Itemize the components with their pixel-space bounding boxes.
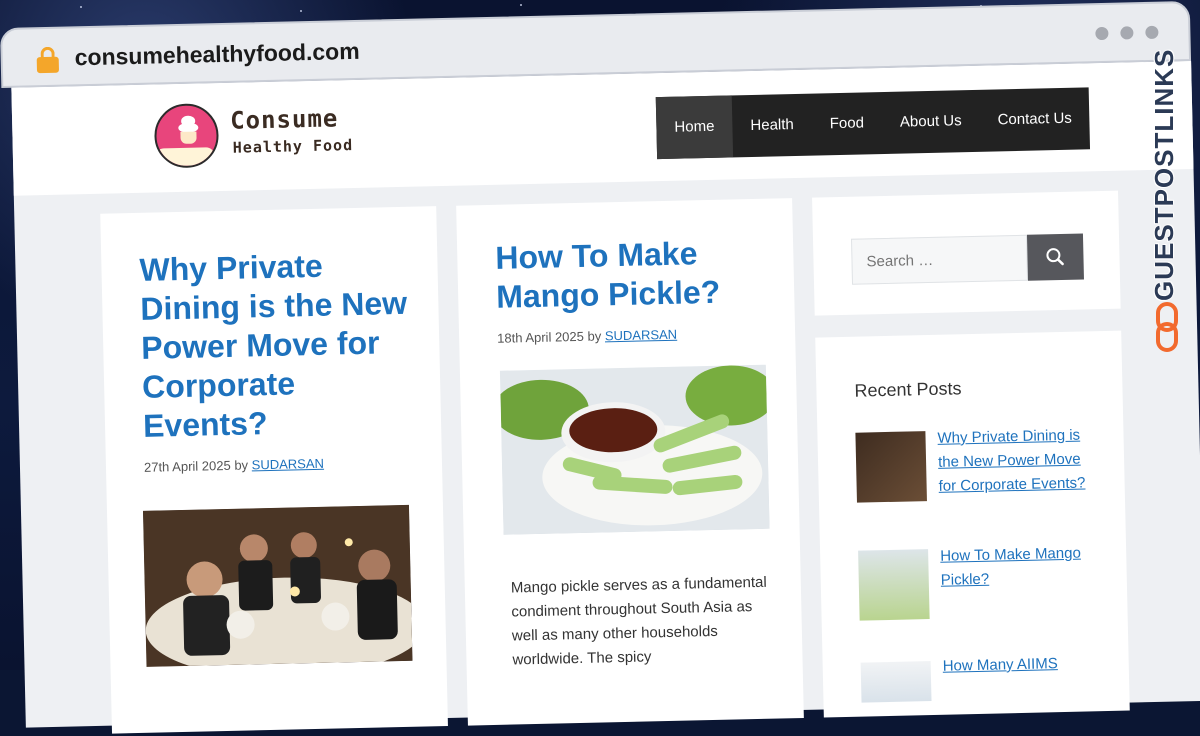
post-card: How To Make Mango Pickle? 18th April 202…: [456, 198, 804, 726]
post-date: 27th April 2025: [143, 457, 231, 475]
window-dot-icon[interactable]: [1120, 26, 1134, 40]
recent-posts-widget: Recent Posts Why Private Dining is the N…: [815, 330, 1130, 718]
recent-post-item: How Many AIIMS: [860, 651, 1110, 703]
recent-post-item: Why Private Dining is the New Power Move…: [855, 423, 1105, 503]
recent-post-thumbnail[interactable]: [858, 549, 930, 621]
nav-food[interactable]: Food: [811, 92, 883, 156]
search-button[interactable]: [1026, 233, 1084, 281]
nav-about-us[interactable]: About Us: [881, 90, 980, 154]
post-excerpt: Mango pickle serves as a fundamental con…: [510, 573, 767, 669]
post-by: by: [587, 328, 602, 344]
guestpostlinks-watermark: GUESTPOSTLINKS: [1146, 48, 1190, 356]
recent-post-link[interactable]: How Many AIIMS: [942, 651, 1103, 679]
window-dot-icon[interactable]: [1095, 26, 1109, 41]
main-nav: Home Health Food About Us Contact Us: [655, 87, 1091, 160]
browser-window: consumehealthyfood.com Consume Healthy F…: [0, 1, 1200, 734]
search-widget: [812, 190, 1121, 316]
search-icon: [1046, 248, 1064, 266]
lock-icon: [36, 46, 60, 74]
window-controls: [1095, 25, 1159, 41]
link-icon: [1156, 302, 1178, 352]
recent-post-link[interactable]: Why Private Dining is the New Power Move…: [937, 423, 1099, 499]
post-meta: 27th April 2025 by SUDARSAN: [144, 454, 414, 475]
logo-icon[interactable]: [153, 103, 220, 169]
post-author-link[interactable]: SUDARSAN: [252, 456, 325, 473]
post-by: by: [234, 457, 249, 473]
search-input[interactable]: [851, 234, 1028, 285]
nav-contact-us[interactable]: Contact Us: [979, 87, 1091, 151]
nav-home[interactable]: Home: [655, 95, 734, 160]
watermark-text: GUESTPOSTLINKS: [1149, 48, 1179, 301]
widget-title: Recent Posts: [854, 378, 962, 401]
post-author-link[interactable]: SUDARSAN: [605, 327, 678, 344]
logo-title[interactable]: Consume: [230, 104, 339, 134]
post-image-mango-pickle[interactable]: [499, 364, 770, 535]
post-title[interactable]: Why Private Dining is the New Power Move…: [139, 245, 413, 446]
web-page: Consume Healthy Food Home Health Food Ab…: [11, 60, 1200, 734]
recent-post-item: How To Make Mango Pickle?: [858, 541, 1108, 621]
post-card: Why Private Dining is the New Power Move…: [100, 206, 448, 734]
recent-post-link[interactable]: How To Make Mango Pickle?: [940, 541, 1101, 593]
recent-post-thumbnail[interactable]: [855, 431, 927, 503]
address-bar-url[interactable]: consumehealthyfood.com: [74, 38, 360, 71]
post-title[interactable]: How To Make Mango Pickle?: [495, 233, 767, 317]
post-image-private-dining[interactable]: [142, 504, 413, 667]
recent-post-thumbnail[interactable]: [860, 661, 932, 703]
nav-health[interactable]: Health: [732, 94, 813, 158]
window-dot-icon[interactable]: [1145, 25, 1159, 40]
post-meta: 18th April 2025 by SUDARSAN: [497, 325, 767, 346]
logo-subtitle[interactable]: Healthy Food: [233, 136, 354, 157]
post-date: 18th April 2025: [496, 328, 585, 346]
